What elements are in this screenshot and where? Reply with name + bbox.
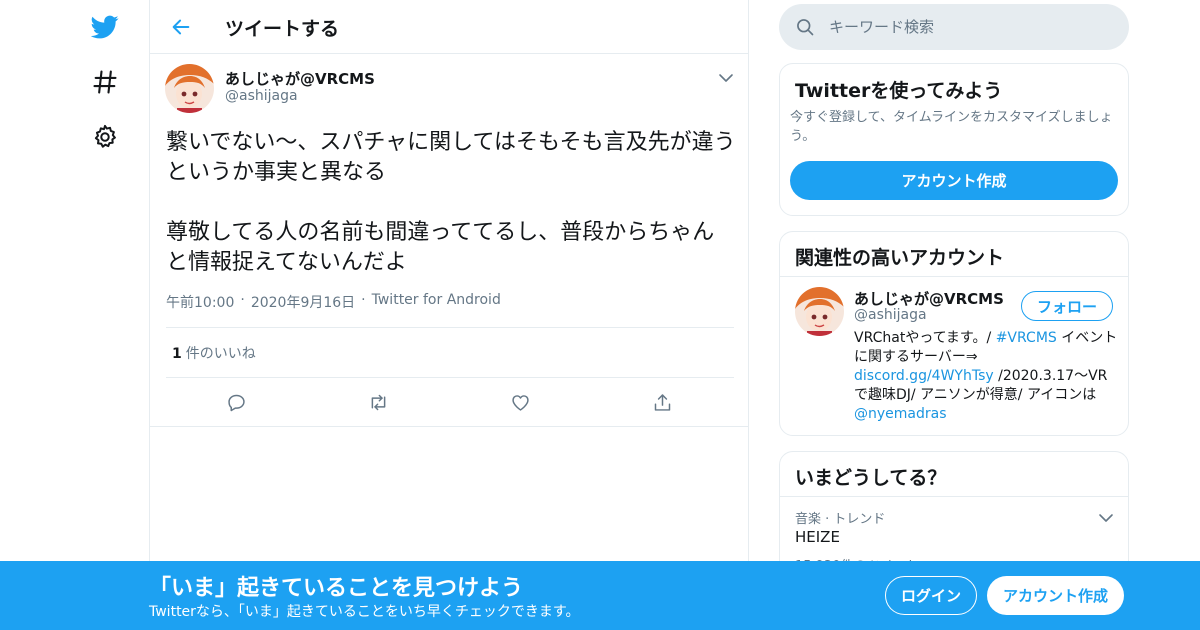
bio-hashtag-link[interactable]: #VRCMS [996, 330, 1057, 346]
divider [780, 276, 1128, 277]
related-account-handle[interactable]: @ashijaga [854, 307, 927, 323]
tweet-source: Twitter for Android [371, 292, 501, 308]
main-header: ツイートする [150, 0, 748, 54]
like-icon [511, 394, 529, 411]
divider [166, 327, 734, 328]
author-name[interactable]: あしじゃが@VRCMS [225, 68, 375, 89]
avatar[interactable] [165, 64, 214, 113]
tweet-menu-button[interactable] [716, 68, 736, 88]
retweet-button[interactable] [366, 390, 390, 414]
twitter-logo-button[interactable] [82, 4, 128, 50]
like-button[interactable] [508, 390, 532, 414]
reply-button[interactable] [224, 390, 248, 414]
tweet-detail: あしじゃが@VRCMS @ashijaga 繋いでない～、スパチャに関してはそも… [150, 54, 748, 427]
page: ツイートする あしじゃが@VRCMS @ashijaga 繋いでない～、スパチャ… [0, 0, 1200, 630]
meta-separator: · [240, 292, 245, 308]
settings-button[interactable] [82, 114, 128, 160]
related-accounts-card: 関連性の高いアカウント あしじゃが@VRCMS @ashijaga フォロー V… [779, 231, 1129, 436]
divider [780, 496, 1128, 497]
back-button[interactable] [166, 12, 196, 42]
login-button[interactable]: ログイン [885, 576, 977, 615]
bio-mention-link[interactable]: @nyemadras [854, 406, 947, 422]
related-account-name[interactable]: あしじゃが@VRCMS [854, 288, 1004, 309]
signup-card: Twitterを使ってみよう 今すぐ登録して、タイムラインをカスタマイズしましょ… [779, 63, 1129, 216]
twitter-logo-icon [91, 15, 119, 39]
share-icon [654, 393, 670, 411]
likes-count[interactable]: 1 件のいいね [172, 343, 256, 363]
retweet-icon [371, 394, 385, 410]
related-card-title: 関連性の高いアカウント [795, 247, 1005, 269]
share-button[interactable] [650, 390, 674, 414]
trends-card-title: いまどうしてる？ [795, 467, 947, 489]
like-count-label: 件のいいね [185, 346, 256, 362]
page-title: ツイートする [225, 18, 340, 40]
meta-separator: · [361, 292, 366, 308]
left-nav [0, 0, 150, 630]
like-count-number: 1 [172, 346, 182, 362]
related-avatar[interactable] [795, 287, 844, 336]
hashtag-icon [93, 70, 117, 94]
avatar-image [165, 64, 214, 113]
avatar-image [795, 287, 844, 336]
bio-text: VRChatやってます。/ [854, 330, 996, 346]
search-input[interactable] [829, 13, 1109, 41]
tweet-date[interactable]: 2020年9月16日 [251, 292, 355, 312]
explore-button[interactable] [82, 59, 128, 105]
main-column: ツイートする あしじゃが@VRCMS @ashijaga 繋いでない～、スパチャ… [149, 0, 749, 630]
bottom-bar-subtitle: Twitterなら、「いま」起きていることをいち早くチェックできます。 [149, 604, 580, 620]
signup-button[interactable]: アカウント作成 [987, 576, 1124, 615]
reply-icon [227, 394, 245, 411]
divider [166, 377, 734, 378]
chevron-down-icon[interactable] [1096, 508, 1116, 528]
follow-button[interactable]: フォロー [1021, 291, 1113, 321]
bio-discord-link[interactable]: discord.gg/4WYhTsy [854, 368, 994, 384]
gear-icon [94, 124, 116, 148]
signup-card-description: 今すぐ登録して、タイムラインをカスタマイズしましょう。 [790, 110, 1113, 144]
signup-card-button[interactable]: アカウント作成 [790, 161, 1118, 200]
tweet-time[interactable]: 午前10:00 [166, 292, 234, 312]
related-account-bio: VRChatやってます。/ #VRCMS イベントに関するサーバー⇒ disco… [854, 329, 1120, 424]
author-handle[interactable]: @ashijaga [225, 88, 298, 104]
bottom-signup-bar: 「いま」起きていることを見つけよう Twitterなら、「いま」起きていることを… [0, 561, 1200, 630]
trend-name[interactable]: HEIZE [795, 528, 840, 546]
search-box[interactable] [779, 4, 1129, 50]
search-icon [797, 19, 814, 36]
tweet-text: 繋いでない～、スパチャに関してはそもそも言及先が違うというか事実と異なる 尊敬し… [166, 130, 736, 275]
tweet-meta: 午前10:00 · 2020年9月16日 · Twitter for Andro… [166, 292, 501, 312]
chevron-down-icon [719, 74, 733, 82]
back-arrow-icon [172, 19, 190, 35]
trend-category: 音楽 · トレンド [795, 512, 886, 527]
bottom-bar-title: 「いま」起きていることを見つけよう [149, 576, 524, 601]
signup-card-title: Twitterを使ってみよう [795, 80, 1003, 102]
